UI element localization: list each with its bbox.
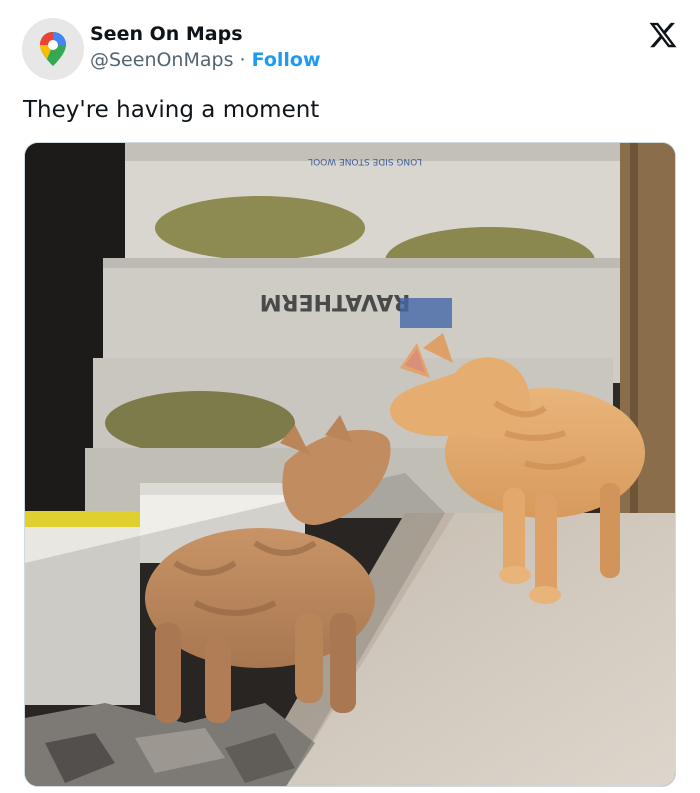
- cats-photo: LONG SIDE STONE WOOL RAVATHERM: [25, 143, 675, 786]
- separator-dot: ·: [239, 49, 246, 71]
- avatar[interactable]: [22, 18, 84, 80]
- x-logo-icon[interactable]: [648, 20, 678, 50]
- follow-button[interactable]: Follow: [252, 49, 321, 71]
- handle-row: @SeenOnMaps · Follow: [90, 46, 321, 74]
- user-info: Seen On Maps @SeenOnMaps · Follow: [90, 22, 321, 74]
- package-brand-label: RAVATHERM: [260, 289, 411, 314]
- package-top-label: LONG SIDE STONE WOOL: [308, 156, 422, 166]
- tweet-text: They're having a moment: [23, 97, 320, 123]
- maps-pin-icon: [40, 32, 66, 66]
- display-name[interactable]: Seen On Maps: [90, 22, 321, 46]
- tweet-photo[interactable]: LONG SIDE STONE WOOL RAVATHERM: [24, 142, 676, 787]
- tweet-header: Seen On Maps @SeenOnMaps · Follow: [22, 18, 682, 80]
- user-handle[interactable]: @SeenOnMaps: [90, 49, 233, 71]
